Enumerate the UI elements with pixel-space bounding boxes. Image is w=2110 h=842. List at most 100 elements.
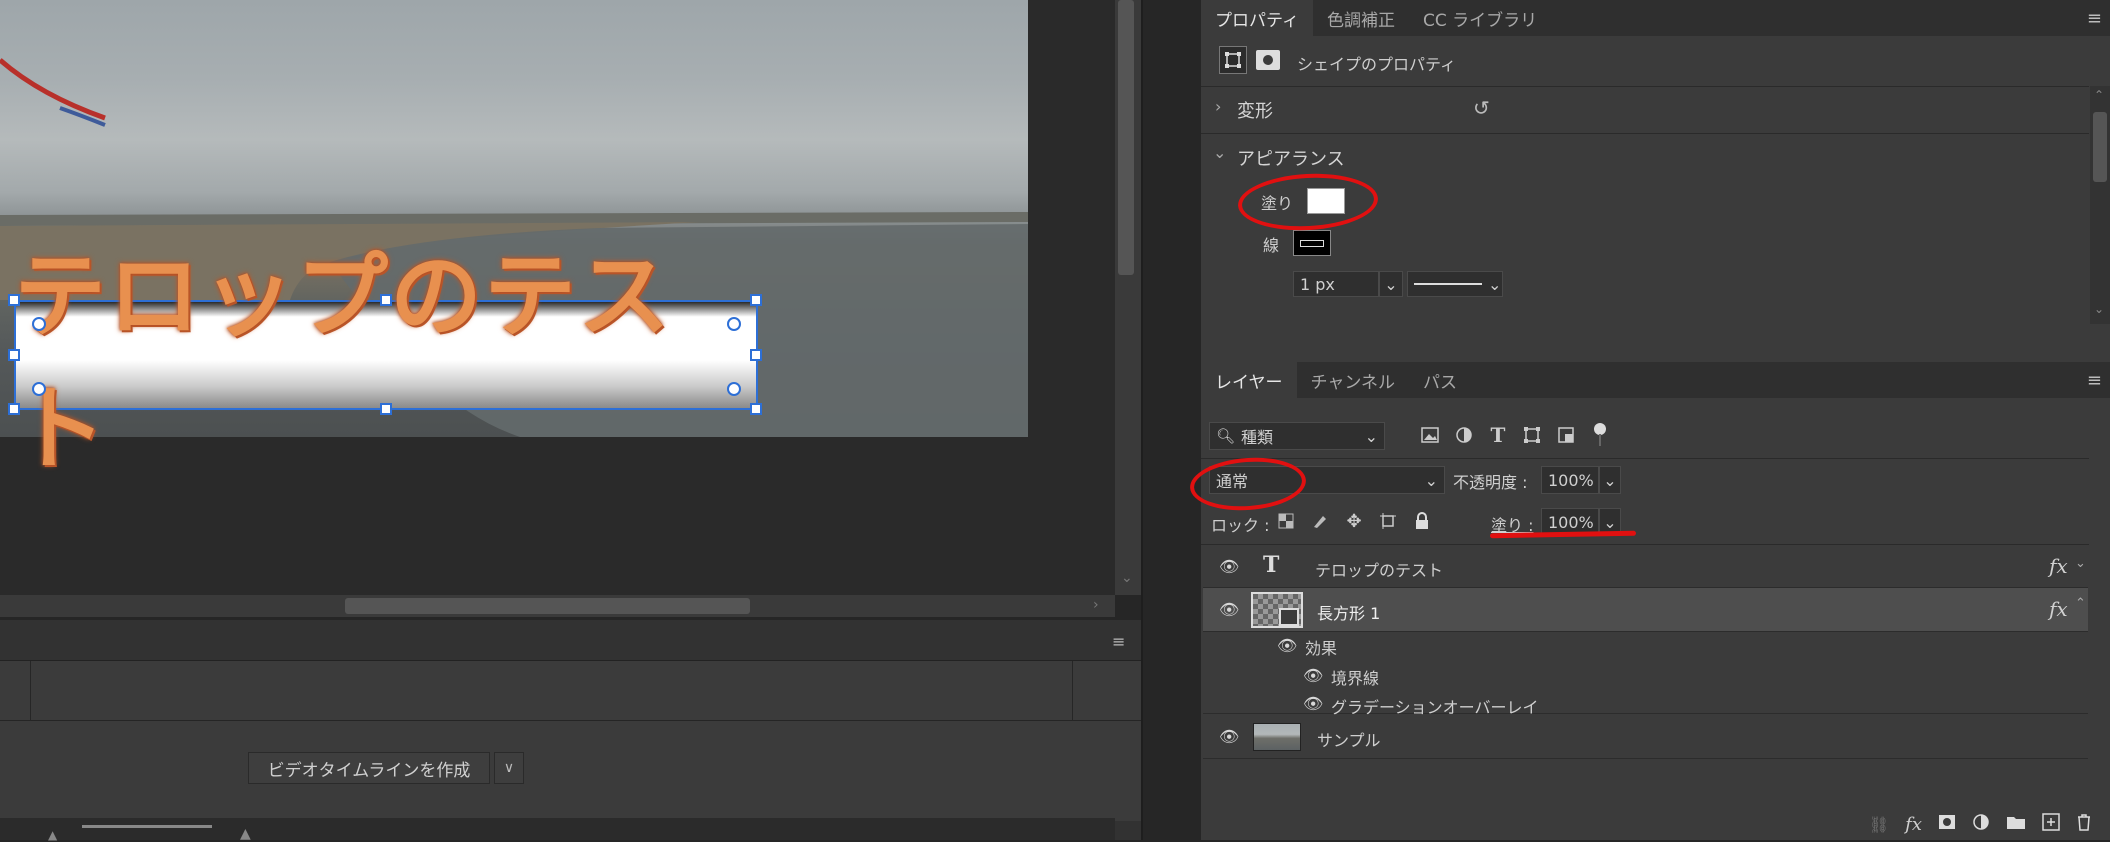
transform-handle-right[interactable] <box>750 349 762 361</box>
new-adjustment-layer-icon[interactable] <box>1972 813 1990 835</box>
visibility-eye-icon[interactable]: 👁︎ <box>1303 666 1323 685</box>
chevron-down-icon[interactable]: ⌄ <box>1213 143 1226 162</box>
sample-layer-thumbnail <box>1253 723 1301 751</box>
reset-transform-icon[interactable]: ↺ <box>1473 96 1490 120</box>
timeline-header <box>0 623 1141 661</box>
opacity-slider-toggle[interactable]: ⌄ <box>1599 466 1621 494</box>
layers-tabbar: レイヤー チャンネル パス <box>1201 362 2110 398</box>
visibility-eye-icon[interactable]: 👁︎ <box>1303 694 1323 713</box>
chevron-down-icon: ⌄ <box>1603 512 1617 532</box>
add-layer-style-icon[interactable]: fx <box>1905 814 1922 835</box>
tab-paths[interactable]: パス <box>1409 362 1471 398</box>
layer-name[interactable]: サンプル <box>1317 727 1381 751</box>
corner-radius-handle-bottom-right[interactable] <box>727 382 741 396</box>
search-icon: 🔍︎ <box>1216 427 1236 445</box>
properties-scroll-thumb[interactable] <box>2093 112 2107 182</box>
lock-all-icon[interactable] <box>1409 508 1435 534</box>
tab-properties[interactable]: プロパティ <box>1201 0 1313 36</box>
transform-handle-left[interactable] <box>8 349 20 361</box>
timeline-mode-dropdown[interactable]: ∨ <box>494 752 524 784</box>
canvas-horizontal-scroll-thumb[interactable] <box>345 598 750 614</box>
filter-smart-objects-icon[interactable] <box>1553 422 1579 448</box>
visibility-eye-icon[interactable]: 👁︎ <box>1219 727 1239 746</box>
scroll-down-icon[interactable]: ⌄ <box>1121 570 1133 586</box>
layer-row-image[interactable]: 👁︎ サンプル <box>1203 715 2088 759</box>
chevron-up-icon[interactable]: ⌃ <box>2075 596 2086 611</box>
effects-label[interactable]: 効果 <box>1305 635 1337 659</box>
transform-handle-bottom[interactable] <box>380 403 392 415</box>
new-layer-icon[interactable] <box>2042 813 2060 835</box>
lock-image-pixels-icon[interactable] <box>1307 508 1333 534</box>
lock-transparent-pixels-icon[interactable] <box>1273 508 1299 534</box>
add-mask-icon[interactable] <box>1938 814 1956 834</box>
transform-handle-bottom-left[interactable] <box>8 403 20 415</box>
stroke-style-dropdown[interactable]: ⌄ <box>1407 271 1503 297</box>
appearance-section-label[interactable]: アピアランス <box>1237 145 1345 171</box>
layer-effects-group: 👁︎ 効果 👁︎ 境界線 👁︎ グラデーションオーバーレイ <box>1203 632 2088 717</box>
properties-tabbar: プロパティ 色調補正 CC ライブラリ <box>1201 0 2110 36</box>
visibility-eye-icon[interactable]: 👁︎ <box>1219 600 1239 619</box>
stroke-width-dropdown[interactable]: ⌄ <box>1379 271 1403 297</box>
tab-channels[interactable]: チャンネル <box>1297 362 1410 398</box>
chevron-down-icon: ∨ <box>503 760 515 776</box>
corner-radius-handle-top-left[interactable] <box>32 317 46 331</box>
lock-artboard-icon[interactable] <box>1375 508 1401 534</box>
transform-handle-top-left[interactable] <box>8 294 20 306</box>
tab-adjustments[interactable]: 色調補正 <box>1313 0 1409 36</box>
tab-cc-libraries[interactable]: CC ライブラリ <box>1409 0 1551 36</box>
link-layers-icon[interactable]: ⛓︎ <box>1869 815 1889 834</box>
layer-effects-icon[interactable]: fx <box>2049 597 2068 621</box>
chevron-down-icon: ⌄ <box>1384 274 1398 294</box>
scroll-right-icon[interactable]: › <box>1093 597 1099 613</box>
effect-stroke[interactable]: 境界線 <box>1331 665 1379 689</box>
chevron-down-icon: ⌄ <box>1364 426 1378 446</box>
timeline-track-row <box>0 661 1141 721</box>
layer-name[interactable]: 長方形 1 <box>1317 600 1380 624</box>
filter-type-layers-icon[interactable]: T <box>1485 422 1511 448</box>
tab-layers[interactable]: レイヤー <box>1201 362 1297 398</box>
stroke-color-swatch[interactable] <box>1293 230 1331 256</box>
chevron-right-icon[interactable]: › <box>1215 97 1221 116</box>
filter-pixel-layers-icon[interactable] <box>1417 422 1443 448</box>
layer-filter-dropdown[interactable]: 🔍︎ 種類 ⌄ <box>1209 422 1385 450</box>
layer-row-rectangle[interactable]: 👁︎ 長方形 1 fx ⌃ <box>1203 588 2088 632</box>
mask-properties-icon[interactable] <box>1256 50 1280 70</box>
telop-text[interactable]: テロップのテスト <box>14 242 758 483</box>
layer-filter-kind: 種類 <box>1241 428 1274 447</box>
transform-handle-bottom-right[interactable] <box>750 403 762 415</box>
timeline-panel-menu-icon[interactable]: ≡ <box>1112 632 1125 651</box>
filter-shape-layers-icon[interactable] <box>1519 422 1545 448</box>
delete-layer-icon[interactable] <box>2076 813 2092 835</box>
filter-toggle-icon[interactable] <box>1587 422 1613 448</box>
transform-handle-top-right[interactable] <box>750 294 762 306</box>
canvas-vertical-scroll-thumb[interactable] <box>1118 0 1134 275</box>
panel-gutter <box>1141 0 1201 840</box>
layer-row-text[interactable]: 👁︎ T テロップのテスト fx ⌄ <box>1203 546 2088 588</box>
new-group-icon[interactable] <box>2006 814 2026 834</box>
stroke-width-field[interactable]: 1 px <box>1293 271 1379 297</box>
stroke-style-line-icon <box>1414 283 1482 285</box>
chevron-down-icon: ⌄ <box>1603 470 1617 490</box>
layer-effects-icon[interactable]: fx <box>2049 554 2068 578</box>
scroll-up-icon[interactable]: ⌃ <box>2094 88 2104 102</box>
lock-position-icon[interactable]: ✥ <box>1341 508 1367 534</box>
filter-adjustment-layers-icon[interactable] <box>1451 422 1477 448</box>
chevron-down-icon: ⌄ <box>1424 470 1438 490</box>
corner-radius-handle-top-right[interactable] <box>727 317 741 331</box>
layer-name[interactable]: テロップのテスト <box>1315 557 1443 581</box>
chevron-down-icon: ⌄ <box>1488 274 1502 294</box>
transform-section-label[interactable]: 変形 <box>1237 97 1273 123</box>
layers-panel-menu-icon[interactable]: ≡ <box>2087 370 2102 391</box>
opacity-input[interactable]: 100% <box>1541 466 1599 494</box>
shape-properties-icon[interactable] <box>1219 46 1247 74</box>
properties-panel-menu-icon[interactable]: ≡ <box>2087 8 2102 29</box>
scroll-down-icon[interactable]: ⌄ <box>2094 302 2104 316</box>
lock-label: ロック : <box>1211 516 1270 535</box>
visibility-eye-icon[interactable]: 👁︎ <box>1219 557 1239 576</box>
visibility-eye-icon[interactable]: 👁︎ <box>1277 636 1297 655</box>
chevron-down-icon[interactable]: ⌄ <box>2075 556 2086 571</box>
corner-radius-handle-bottom-left[interactable] <box>32 382 46 396</box>
create-video-timeline-button[interactable]: ビデオタイムラインを作成 <box>248 752 490 784</box>
transform-handle-top[interactable] <box>380 294 392 306</box>
shape-properties-title: シェイプのプロパティ <box>1297 55 1457 74</box>
